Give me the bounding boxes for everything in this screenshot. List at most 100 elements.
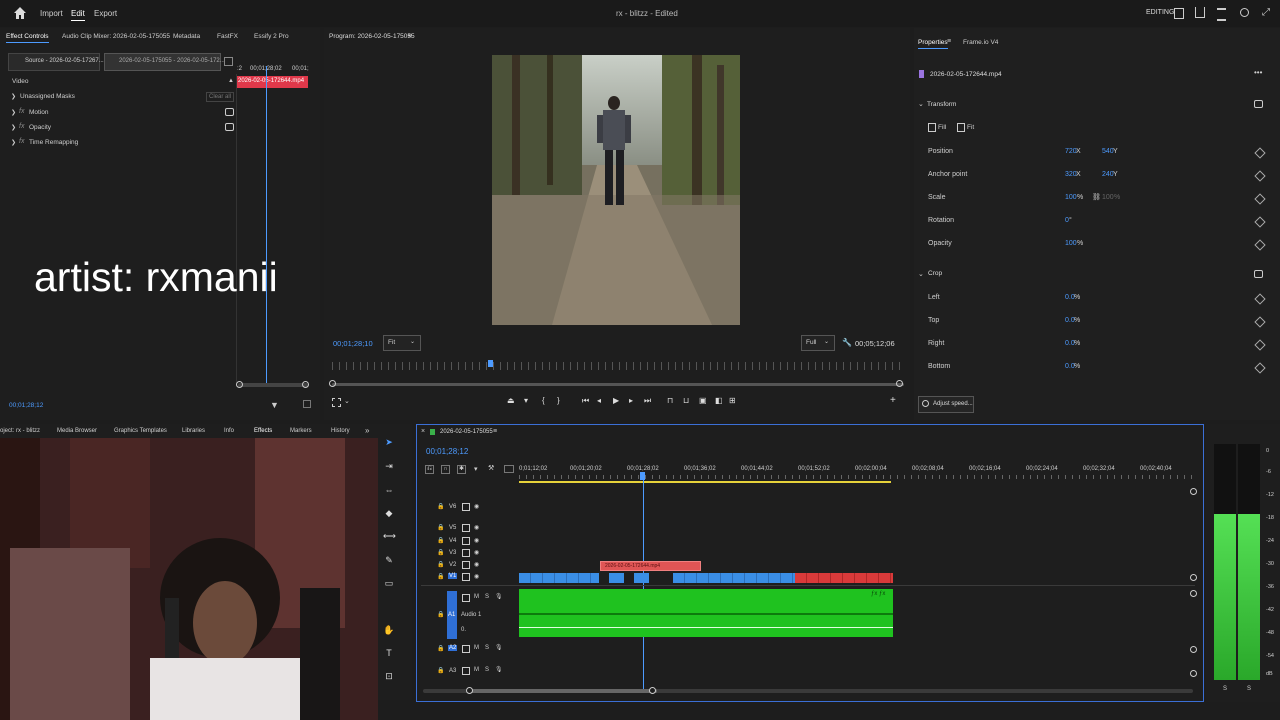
sync-icon[interactable]: [462, 645, 470, 653]
panel-icon[interactable]: [1174, 8, 1184, 19]
step-back-icon[interactable]: ◂: [597, 396, 601, 405]
scroll-handle[interactable]: [329, 380, 336, 387]
timeline-ruler[interactable]: 0;01;12;02 00;01;20;02 00;01;28;02 00;01…: [519, 463, 1195, 485]
keyframe-icon[interactable]: [1254, 170, 1266, 182]
menu-import[interactable]: Import: [40, 9, 63, 18]
lock-icon[interactable]: 🔒: [437, 645, 444, 652]
workspace-label[interactable]: EDITING: [1146, 9, 1174, 16]
timeline-scrollbar[interactable]: [423, 689, 1193, 693]
fx-badge[interactable]: fx: [19, 108, 24, 115]
menu-icon[interactable]: ≡: [493, 428, 497, 435]
track-v6-label[interactable]: V6: [449, 504, 456, 510]
tab-effects[interactable]: Effects: [254, 428, 272, 434]
track-end-handle[interactable]: [1190, 488, 1197, 495]
solo-left-button[interactable]: S: [1223, 686, 1227, 692]
program-video-frame[interactable]: [492, 55, 740, 325]
track-a3-label[interactable]: A3: [449, 668, 456, 674]
tab-audio-clip-mixer[interactable]: Audio Clip Mixer: 2026-02-05-175055: [62, 33, 170, 40]
program-playhead[interactable]: [488, 360, 493, 367]
tab-frameio[interactable]: Frame.io V4: [963, 39, 998, 46]
fit-dropdown[interactable]: Fit ⌄: [383, 335, 421, 351]
ec-scrollbar[interactable]: [238, 383, 308, 387]
opacity-value[interactable]: 100: [1065, 240, 1077, 247]
track-end-handle[interactable]: [1190, 646, 1197, 653]
menu-icon[interactable]: ≡: [947, 38, 951, 45]
volume-value[interactable]: 0.: [461, 627, 466, 633]
play-icon[interactable]: ▶: [613, 396, 619, 405]
chevron-down-icon[interactable]: ⌄: [344, 397, 350, 405]
tab-history[interactable]: History: [331, 428, 350, 434]
crop-section[interactable]: Crop: [928, 270, 942, 277]
mute-button[interactable]: M: [474, 667, 479, 673]
menu-edit[interactable]: Edit: [71, 9, 85, 21]
marker-icon[interactable]: ▾: [524, 396, 528, 405]
ec-clip-bar[interactable]: 2026-02-05-172644.mp4: [236, 76, 308, 88]
reset-icon[interactable]: [1254, 270, 1263, 278]
tab-project[interactable]: oject: rx - blitzz: [0, 428, 40, 434]
fx-badge[interactable]: fx: [19, 138, 24, 145]
hand-icon[interactable]: ✋: [383, 624, 395, 636]
keyframe-icon[interactable]: [1254, 362, 1266, 374]
mark-in-bracket-icon[interactable]: {: [542, 396, 545, 405]
safe-margins-icon[interactable]: [332, 398, 341, 407]
timeline-playhead-handle[interactable]: [640, 472, 645, 480]
keyframe-icon[interactable]: [1254, 293, 1266, 305]
expand-icon[interactable]: ⤢: [1262, 7, 1270, 18]
track-v5-label[interactable]: V5: [449, 525, 456, 531]
tab-properties[interactable]: Properties: [918, 39, 948, 49]
lock-icon[interactable]: 🔒: [437, 537, 444, 544]
reset-icon[interactable]: [1254, 100, 1263, 108]
eye-icon[interactable]: ◉: [474, 573, 479, 580]
track-end-handle[interactable]: [1190, 670, 1197, 677]
fx-badge[interactable]: fx: [19, 123, 24, 130]
sequence-tab-title[interactable]: 2026-02-05-175055: [440, 429, 493, 435]
mute-button[interactable]: M: [474, 645, 479, 651]
tab-fastfx[interactable]: FastFX: [217, 33, 238, 40]
track-end-handle[interactable]: [1190, 574, 1197, 581]
tab-info[interactable]: Info: [224, 428, 234, 434]
sync-icon[interactable]: [462, 573, 470, 581]
transform-section[interactable]: Transform: [927, 101, 956, 108]
v1-clip-blue-c[interactable]: [634, 573, 649, 583]
fit-option[interactable]: Fit: [967, 124, 974, 131]
mic-icon[interactable]: 🎙: [495, 644, 503, 651]
marker-add-icon[interactable]: ✱: [457, 465, 466, 474]
expand-arrow-icon[interactable]: ❯: [11, 124, 16, 131]
ec-playhead[interactable]: [266, 66, 267, 386]
scroll-handle[interactable]: [466, 687, 473, 694]
tab-effect-controls[interactable]: Effect Controls: [6, 33, 49, 43]
more-tabs-icon[interactable]: »: [365, 426, 369, 435]
quality-dropdown[interactable]: Full ⌄: [801, 335, 835, 351]
anchor-y-value[interactable]: 240: [1102, 171, 1114, 178]
track-a1-label[interactable]: A1: [448, 612, 455, 618]
expand-arrow-icon[interactable]: ❯: [11, 93, 16, 100]
keyframe-icon[interactable]: [1254, 147, 1266, 159]
sync-icon[interactable]: [462, 549, 470, 557]
v1-clips-blue-a[interactable]: [519, 573, 599, 583]
fill-option[interactable]: Fill: [938, 124, 946, 131]
eye-icon[interactable]: ◉: [474, 524, 479, 531]
export-icon[interactable]: [303, 400, 311, 408]
lock-icon[interactable]: 🔒: [437, 503, 444, 510]
slip-icon[interactable]: ⟷: [383, 530, 396, 542]
reset-icon[interactable]: [225, 123, 234, 131]
type-icon[interactable]: T: [383, 647, 395, 659]
mark-out-bracket-icon[interactable]: }: [557, 396, 560, 405]
work-area-bar[interactable]: [519, 481, 891, 483]
effect-opacity[interactable]: Opacity: [29, 124, 51, 131]
sync-icon[interactable]: [462, 503, 470, 511]
menu-icon[interactable]: ≡: [408, 33, 412, 40]
step-forward-icon[interactable]: ▸: [629, 396, 633, 405]
solo-right-button[interactable]: S: [1247, 686, 1251, 692]
v1-clips-red[interactable]: [795, 573, 893, 583]
expand-arrow-icon[interactable]: ❯: [11, 109, 16, 116]
eye-icon[interactable]: ◉: [474, 537, 479, 544]
ripple-edit-icon[interactable]: ⇔: [383, 484, 395, 496]
vr-icon[interactable]: ⊞: [729, 396, 736, 405]
ec-timecode[interactable]: 00;01;28;12: [9, 402, 43, 409]
share-icon[interactable]: [1195, 7, 1205, 18]
link-icon[interactable]: ⛓: [1092, 193, 1101, 201]
chevron-down-icon[interactable]: ⌄: [918, 100, 924, 108]
v2-clip[interactable]: 2026-02-05-172644.mp4: [600, 561, 701, 571]
program-ruler[interactable]: [332, 362, 904, 370]
